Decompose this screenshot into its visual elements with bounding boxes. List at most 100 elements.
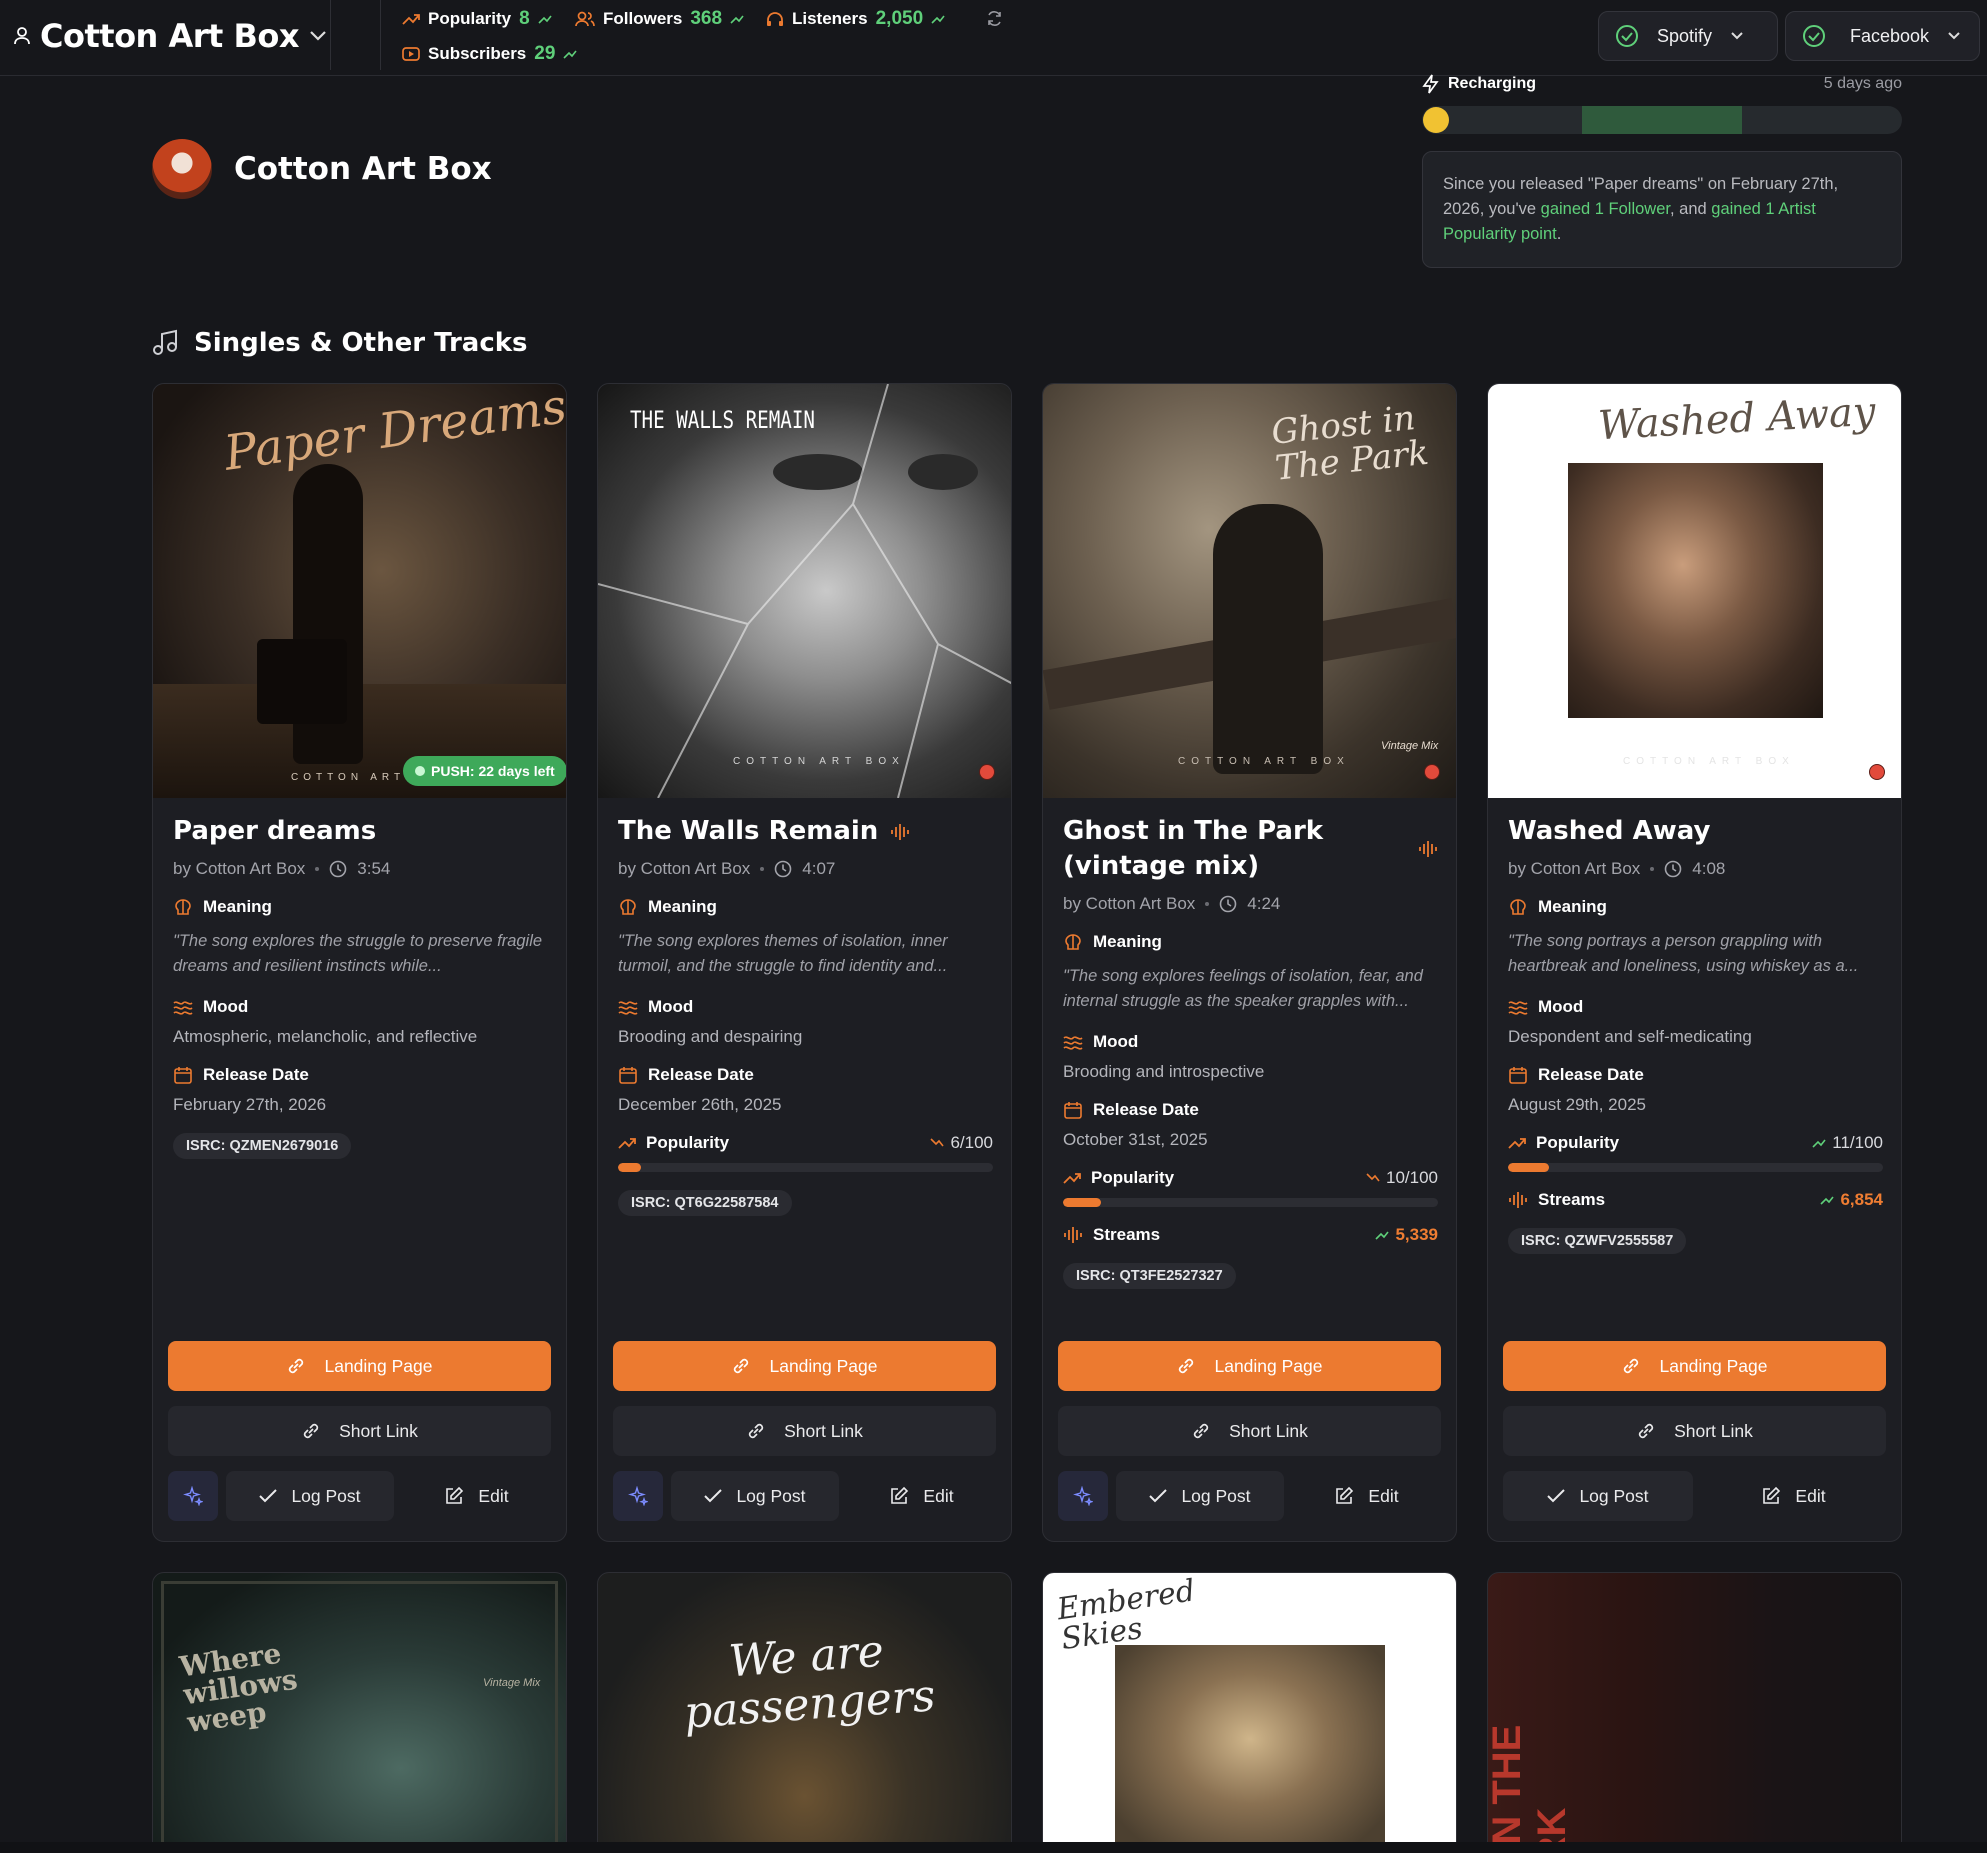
audio-wave-icon [1419,841,1437,857]
waves-icon [1063,1036,1083,1050]
trend-up-icon [1820,1196,1835,1205]
edit-button[interactable]: Edit [402,1471,551,1521]
edit-icon [891,1486,909,1504]
divider [330,0,331,70]
link-icon [748,1423,764,1439]
zap-icon [1422,74,1439,94]
track-card: Ghost in The Park COTTON ART BOX Vintage… [1042,383,1457,1542]
edit-icon [1336,1486,1354,1504]
popularity-bar [618,1163,993,1172]
cover-art[interactable]: Embered Skies [1042,1572,1457,1853]
log-post-button[interactable]: Log Post [1116,1471,1284,1521]
isrc-badge[interactable]: ISRC: QT6G22587584 [618,1190,792,1216]
log-post-button[interactable]: Log Post [1503,1471,1693,1521]
calendar-icon [174,1067,192,1084]
trend-up-icon [1063,1173,1081,1184]
cover-art[interactable]: THE WALLS REMAIN COTTON ART BOX [598,384,1011,798]
recharge-label: Recharging [1448,75,1537,92]
audio-wave-icon [1509,1192,1527,1208]
stat-popularity: Popularity 8 [402,6,552,32]
platform-label: Facebook [1850,25,1930,46]
track-card: Paper Dreams COTTON ART PUSH: 22 days le… [152,383,567,1542]
waves-icon [618,1001,638,1015]
artist-header: Cotton Art Box [152,139,492,199]
cover-art[interactable]: Where willows weep Vintage Mix [152,1572,567,1853]
edit-button[interactable]: Edit [847,1471,996,1521]
calendar-icon [1509,1067,1527,1084]
clock-icon [329,860,347,878]
avatar [152,139,212,199]
clock-icon [1219,895,1237,913]
artist-switcher[interactable]: Cotton Art Box [14,14,327,58]
landing-page-button[interactable]: Landing Page [1503,1341,1886,1391]
track-meaning: "The song explores feelings of isolation… [1063,967,1423,1010]
link-icon [1638,1423,1654,1439]
popularity-row: Popularity 6/100 [618,1133,993,1153]
short-link-button[interactable]: Short Link [168,1406,551,1456]
users-icon [575,11,595,27]
edit-button[interactable]: Edit [1292,1471,1441,1521]
edit-button[interactable]: Edit [1701,1471,1886,1521]
track-mood: Despondent and self-medicating [1508,1027,1752,1046]
track-card: Washed Away COTTON ART BOX Washed Away b… [1487,383,1902,1542]
ai-generate-button[interactable] [613,1471,663,1521]
calendar-icon [619,1067,637,1084]
cover-footer: COTTON ART BOX [733,756,905,767]
sparkles-icon [1073,1486,1093,1506]
cover-art[interactable]: Paper Dreams COTTON ART PUSH: 22 days le… [153,384,566,798]
platform-facebook-dropdown[interactable]: Facebook [1785,11,1980,61]
platform-label: Spotify [1657,25,1713,46]
landing-page-button[interactable]: Landing Page [168,1341,551,1391]
isrc-badge[interactable]: ISRC: QZWFV2555587 [1508,1228,1687,1254]
short-link-button[interactable]: Short Link [1503,1406,1886,1456]
check-icon [1547,1489,1566,1503]
track-meaning: "The song portrays a person grappling wi… [1508,932,1859,975]
clock-icon [774,860,792,878]
track-title: Washed Away [1508,816,1711,846]
page-bottom-edge [0,1842,1987,1853]
isrc-badge[interactable]: ISRC: QZMEN2679016 [173,1133,352,1159]
track-title: Paper dreams [173,816,377,846]
stat-subscribers: Subscribers 29 [402,41,578,67]
track-title: The Walls Remain [618,814,993,849]
audio-wave-icon [1064,1227,1082,1243]
trend-up-icon [538,15,552,24]
track-release-date: August 29th, 2025 [1508,1095,1647,1114]
streams-row: Streams 6,854 [1508,1190,1883,1210]
landing-page-button[interactable]: Landing Page [613,1341,996,1391]
link-icon [1179,1358,1194,1374]
cover-art[interactable]: Ghost in The Park COTTON ART BOX Vintage… [1043,384,1456,798]
track-card: THE WALLS REMAIN COTTON ART BOX The Wall… [597,383,1012,1542]
isrc-badge[interactable]: ISRC: QT3FE2527327 [1063,1263,1236,1289]
platform-spotify-dropdown[interactable]: Spotify [1598,11,1778,61]
recharge-marker [1423,107,1449,133]
cover-art[interactable]: Washed Away COTTON ART BOX [1488,384,1901,798]
refresh-icon[interactable] [986,10,1003,27]
check-icon [704,1489,723,1503]
status-dot [1424,764,1440,780]
ai-generate-button[interactable] [168,1471,218,1521]
trend-down-icon [1366,1173,1380,1182]
log-post-button[interactable]: Log Post [671,1471,839,1521]
brain-icon [1065,934,1081,950]
divider [380,0,381,70]
short-link-button[interactable]: Short Link [613,1406,996,1456]
status-dot [1869,764,1885,780]
headphones-icon [767,12,783,26]
push-badge: PUSH: 22 days left [403,756,566,786]
ai-generate-button[interactable] [1058,1471,1108,1521]
recharge-time: 5 days ago [1823,75,1902,92]
short-link-button[interactable]: Short Link [1058,1406,1441,1456]
log-post-button[interactable]: Log Post [226,1471,394,1521]
chevron-down-icon [1948,32,1960,40]
audio-wave-icon [891,824,910,840]
user-icon [14,27,30,45]
edit-icon [446,1486,464,1504]
landing-page-button[interactable]: Landing Page [1058,1341,1441,1391]
track-duration: 3:54 [357,859,391,878]
youtube-icon [402,47,420,61]
popularity-bar [1508,1163,1883,1172]
cover-art[interactable]: We are passengers [597,1572,1012,1853]
cover-art[interactable]: ST IN THE PARK [1487,1572,1902,1853]
link-icon [1193,1423,1209,1439]
